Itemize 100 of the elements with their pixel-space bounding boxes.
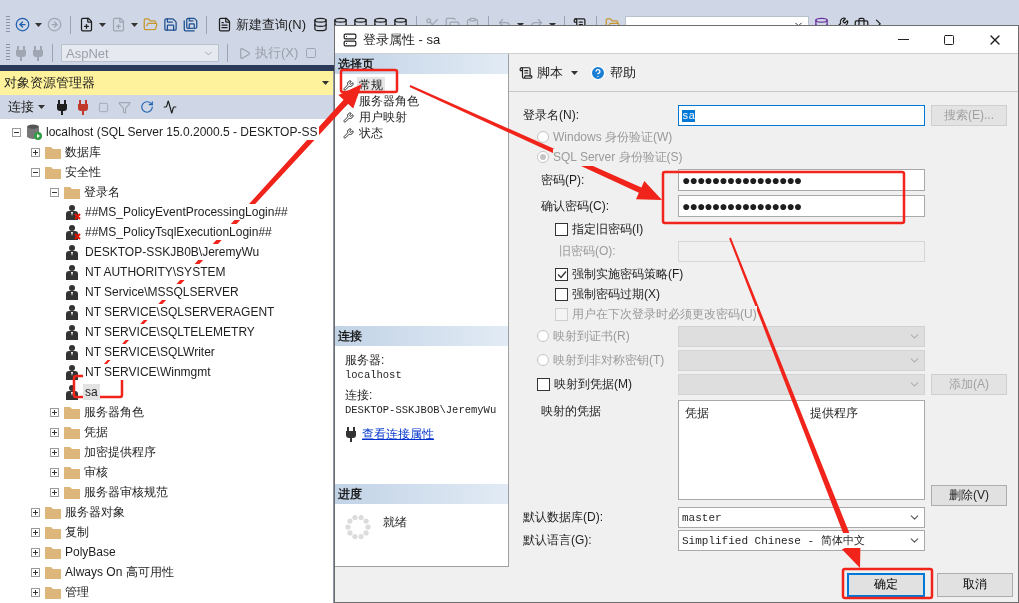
new-file-icon[interactable] (79, 17, 94, 32)
tree-item[interactable]: NT SERVICE\SQLSERVERAGENT (83, 304, 277, 320)
document-icon (217, 17, 232, 32)
section-header: 连接 (335, 326, 508, 346)
tree-item[interactable]: Always On 高可用性 (63, 562, 176, 582)
expand-icon[interactable] (50, 407, 59, 417)
dialog-button[interactable]: 取消 (937, 572, 1013, 597)
tree-item[interactable]: PolyBase (63, 544, 118, 560)
folder-icon (45, 505, 61, 519)
play-icon (238, 46, 251, 60)
page-item[interactable]: 用户映射 (357, 108, 409, 126)
field-label: 默认数据库(D): (523, 509, 603, 526)
window-title: 登录属性 - sa (363, 30, 442, 49)
tree-item[interactable]: sa (83, 384, 100, 400)
plug-icon[interactable] (345, 427, 357, 442)
server-icon (343, 32, 357, 47)
column-header: 提供程序 (810, 405, 859, 422)
info-value: DESKTOP-SSKJBOB\JeremyWu (344, 404, 498, 416)
tree-item[interactable]: NT AUTHORITY\SYSTEM (83, 264, 228, 280)
wrench-icon (343, 111, 354, 123)
expand-icon[interactable] (31, 527, 40, 537)
maximize-icon (943, 33, 955, 46)
wrench-icon (343, 127, 354, 139)
expand-icon[interactable] (50, 487, 59, 497)
refresh-icon[interactable] (140, 100, 154, 114)
dialog-button[interactable]: 确定 (847, 572, 925, 597)
tree-item[interactable]: NT Service\MSSQLSERVER (83, 284, 241, 300)
page-item[interactable]: 服务器角色 (357, 92, 421, 110)
save-icon[interactable] (163, 17, 178, 32)
collapse-icon[interactable] (31, 167, 40, 177)
expand-icon[interactable] (31, 547, 40, 557)
option-label: 映射到凭据(M) (554, 375, 632, 393)
help-button[interactable]: 帮助 (588, 63, 638, 82)
folder-icon (64, 445, 80, 459)
connect-button[interactable]: 连接 (6, 98, 47, 116)
option-label: 用户在下次登录时必须更改密码(U) (572, 305, 757, 323)
field-label: 确认密码(C): (541, 197, 609, 215)
caret-icon[interactable] (99, 22, 106, 27)
dropdown-field[interactable]: master (678, 507, 925, 528)
caret-icon[interactable] (131, 22, 138, 27)
spinner-icon (345, 514, 371, 540)
database-icon[interactable] (313, 17, 329, 32)
collapse-icon[interactable] (50, 187, 59, 197)
help-icon (590, 64, 606, 81)
folder-icon (45, 565, 61, 579)
info-label: 连接: (344, 387, 374, 404)
tree-item[interactable]: NT SERVICE\SQLTELEMETRY (83, 324, 257, 340)
expand-icon[interactable] (50, 467, 59, 477)
option-label: 强制实施密码策略(F) (572, 265, 684, 283)
field-label: 登录名(N): (523, 107, 579, 124)
dropdown-field[interactable]: Simplified Chinese - 简体中文 (678, 530, 925, 551)
info-label: 服务器: (344, 352, 386, 369)
script-icon (519, 65, 533, 80)
tree-item[interactable]: localhost (SQL Server 15.0.2000.5 - DESKTOP-SS (44, 124, 320, 140)
expand-icon[interactable] (31, 507, 40, 517)
tree-item[interactable]: NT SERVICE\Winmgmt (83, 364, 213, 380)
collapse-icon[interactable] (12, 127, 21, 137)
option-label: 映射到证书(R) (553, 327, 630, 345)
option-label: 映射到非对称密钥(T) (553, 351, 665, 369)
login-name-field[interactable]: sa (678, 105, 925, 126)
folder-icon (64, 485, 80, 499)
script-button[interactable]: 脚本 (517, 63, 565, 82)
wrench-icon (343, 79, 354, 91)
expand-icon[interactable] (31, 567, 40, 577)
folder-icon (64, 425, 80, 439)
save-all-icon[interactable] (183, 17, 198, 32)
back-icon[interactable] (15, 17, 30, 32)
checkbox[interactable] (537, 377, 550, 391)
field-label: 映射的凭据 (541, 403, 601, 420)
expand-icon[interactable] (31, 147, 40, 157)
folder-icon (64, 465, 80, 479)
activity-icon[interactable] (163, 100, 177, 114)
field-label: 默认语言(G): (523, 532, 592, 549)
expand-icon[interactable] (50, 447, 59, 457)
folder-icon (45, 165, 61, 179)
page-item[interactable]: 状态 (357, 124, 385, 142)
server-icon (26, 124, 42, 140)
folder-icon (45, 545, 61, 559)
option-label: 强制密码过期(X) (572, 285, 660, 303)
connection-properties-link[interactable]: 查看连接属性 (362, 426, 434, 443)
option-label: SQL Server 身份验证(S) (553, 148, 683, 166)
panel-title: 对象资源管理器 (4, 74, 95, 92)
caret-icon[interactable] (38, 105, 45, 109)
plug-icon[interactable] (56, 99, 68, 115)
caret-icon[interactable] (35, 22, 42, 27)
side-button[interactable]: 删除(V) (931, 485, 1007, 506)
tree-item[interactable]: NT SERVICE\SQLWriter (83, 344, 217, 360)
new-query-button[interactable]: 新建查询(N) (215, 15, 309, 34)
tree-item[interactable]: DESKTOP-SSKJB0B\JeremyWu (83, 244, 262, 260)
field-label: 密码(P): (541, 171, 585, 189)
progress-status: 就绪 (383, 514, 407, 531)
expand-icon[interactable] (50, 427, 59, 437)
option-label: Windows 身份验证(W) (553, 128, 673, 146)
credentials-list[interactable]: 凭据 提供程序 (678, 400, 925, 500)
info-value: localhost (344, 369, 403, 381)
section-header: 进度 (335, 484, 508, 504)
folder-icon (45, 145, 61, 159)
expand-icon[interactable] (31, 587, 40, 597)
field-label: 旧密码(O): (559, 243, 616, 260)
option-label: 指定旧密码(I) (572, 220, 644, 238)
